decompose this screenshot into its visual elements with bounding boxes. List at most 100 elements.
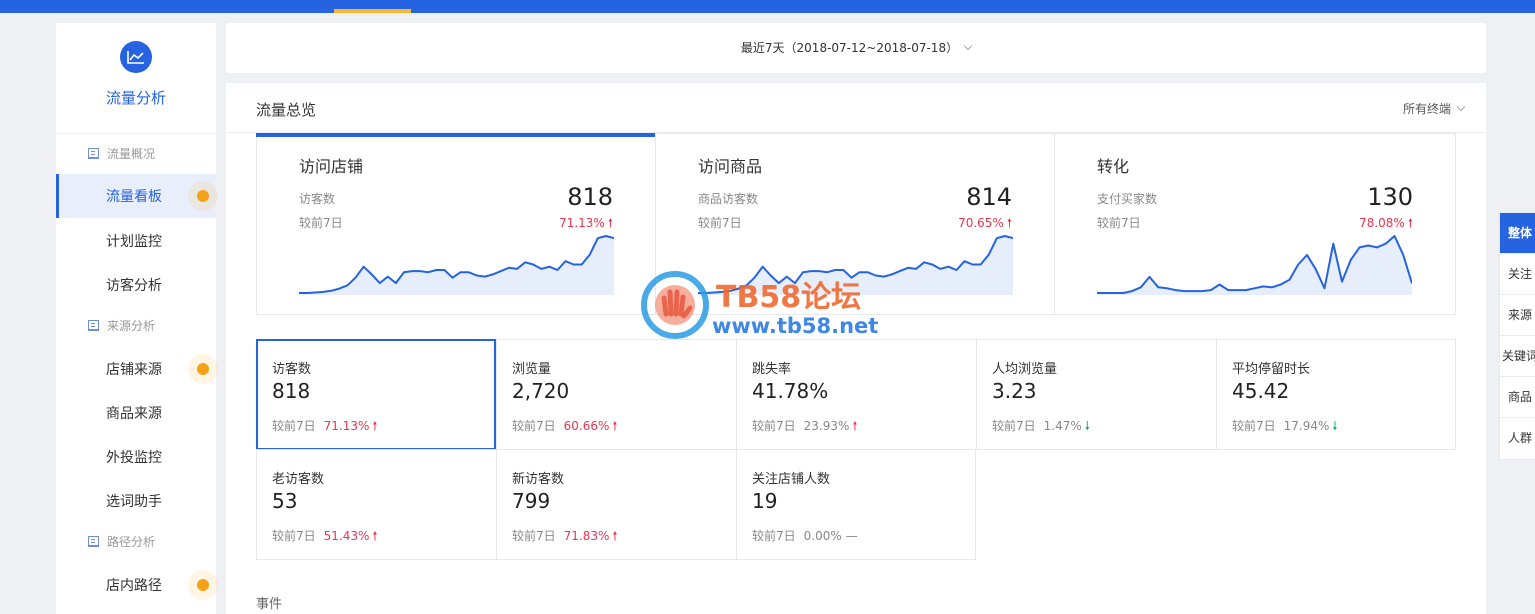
kpi-compare-label: 较前7日 xyxy=(1232,419,1276,433)
building-icon xyxy=(88,147,99,159)
kpi-change-pct: 71.83% xyxy=(563,529,610,543)
kpi-compare-label: 较前7日 xyxy=(752,419,796,433)
terminal-dropdown-label: 所有终端 xyxy=(1402,102,1451,116)
hand-logo-icon xyxy=(641,271,709,339)
kpi-change-pct: 51.43% xyxy=(323,529,370,543)
kpi-change-pct: 17.94% xyxy=(1283,419,1330,433)
kpi-compare: 较前7日 71.83% 🠕 xyxy=(512,527,618,548)
sidebar-item-shop-source[interactable]: 店铺来源 xyxy=(56,347,218,391)
sidebar-item-label: 计划监控 xyxy=(106,234,162,250)
sparkline-area xyxy=(1097,236,1412,295)
kpi-value: 799 xyxy=(512,489,551,513)
date-range-label: 最近7天（2018-07-12~2018-07-18） xyxy=(740,41,959,55)
watermark-title: TB58论坛 xyxy=(716,280,862,315)
kpi-compare: 较前7日 71.13% 🠕 xyxy=(272,417,378,438)
kpi-compare-label: 较前7日 xyxy=(992,419,1036,433)
arrow-down-icon: 🠗 xyxy=(1084,419,1090,433)
kpi-returning-visitors[interactable]: 老访客数 53 较前7日 51.43% 🠕 xyxy=(256,449,497,560)
kpi-value: 53 xyxy=(272,489,298,513)
sidebar-group-path: 路径分析 xyxy=(88,531,155,551)
overview-metric-label: 支付买家数 xyxy=(1097,192,1158,206)
building-icon xyxy=(88,319,99,331)
arrow-up-icon: 🠕 xyxy=(1006,216,1012,230)
overview-card-conversion[interactable]: 转化 支付买家数 130 较前7日 78.08% 🠕 xyxy=(1054,133,1456,315)
kpi-label: 人均浏览量 xyxy=(992,362,1058,377)
sidebar-item-label: 店铺来源 xyxy=(106,362,162,378)
kpi-label: 关注店铺人数 xyxy=(752,472,831,487)
sidebar-group-source: 来源分析 xyxy=(88,315,155,335)
overview-value: 818 xyxy=(567,183,613,211)
arrow-up-icon: 🠕 xyxy=(612,529,618,543)
kpi-change-pct: 60.66% xyxy=(563,419,610,433)
kpi-change-pct: 71.13% xyxy=(323,419,370,433)
overview-metric-label: 商品访客数 xyxy=(698,192,759,206)
right-tab-keyword[interactable]: 关键词 xyxy=(1500,336,1535,377)
sidebar-group-label: 来源分析 xyxy=(107,318,156,333)
sidebar-item-keyword-helper[interactable]: 选词助手 xyxy=(56,479,216,523)
kpi-compare-label: 较前7日 xyxy=(272,419,316,433)
kpi-value: 818 xyxy=(272,379,311,403)
sidebar-group-label: 流量概况 xyxy=(107,146,156,161)
overview-title: 访问店铺 xyxy=(299,157,364,176)
flat-dash-icon: — xyxy=(845,529,858,543)
arrow-up-icon: 🠕 xyxy=(607,216,613,230)
kpi-shop-followers[interactable]: 关注店铺人数 19 较前7日 0.00% — xyxy=(736,449,976,560)
terminal-dropdown[interactable]: 所有终端 xyxy=(1402,100,1466,117)
kpi-label: 老访客数 xyxy=(272,472,325,487)
kpi-compare: 较前7日 60.66% 🠕 xyxy=(512,417,618,438)
overview-metric-label: 访客数 xyxy=(299,192,336,206)
sidebar-divider xyxy=(56,133,216,134)
overview-sparkline xyxy=(1097,235,1412,295)
arrow-up-icon: 🠕 xyxy=(372,419,378,433)
overview-compare-label: 较前7日 xyxy=(299,216,343,230)
sidebar-item-product-source[interactable]: 商品来源 xyxy=(56,391,216,435)
sidebar-item-label: 店内路径 xyxy=(106,578,162,594)
top-nav-active-indicator xyxy=(334,9,411,13)
date-range-bar: 最近7天（2018-07-12~2018-07-18） xyxy=(226,23,1486,73)
watermark-url: www.tb58.net xyxy=(712,314,879,338)
sidebar-item-visitor-analysis[interactable]: 访客分析 xyxy=(56,263,216,307)
overview-card-shop[interactable]: 访问店铺 访客数 818 较前7日 71.13% 🠕 xyxy=(256,133,656,315)
sidebar-item-dashboard[interactable]: 流量看板 xyxy=(56,174,218,218)
overview-change-pct: 78.08% xyxy=(1359,216,1405,230)
kpi-value: 45.42 xyxy=(1232,379,1290,403)
overview-change-pct: 71.13% xyxy=(559,216,605,230)
kpi-compare-label: 较前7日 xyxy=(512,419,556,433)
chevron-down-icon xyxy=(1456,102,1466,112)
kpi-change-pct: 0.00% xyxy=(803,529,842,543)
right-tab-overall[interactable]: 整体 xyxy=(1500,213,1535,254)
sidebar-item-label: 流量看板 xyxy=(106,189,162,205)
arrow-up-icon: 🠕 xyxy=(372,529,378,543)
right-tab-source[interactable]: 来源 xyxy=(1500,295,1535,336)
right-tab-audience[interactable]: 人群 xyxy=(1500,418,1535,459)
sidebar-group-label: 路径分析 xyxy=(107,534,156,549)
kpi-compare: 较前7日 23.93% 🠕 xyxy=(752,417,858,438)
right-tab-follow[interactable]: 关注 xyxy=(1500,254,1535,295)
sidebar-item-plan-monitor[interactable]: 计划监控 xyxy=(56,219,216,263)
kpi-label: 平均停留时长 xyxy=(1232,362,1311,377)
date-range-selector[interactable]: 最近7天（2018-07-12~2018-07-18） xyxy=(740,41,973,55)
sidebar: 流量分析 流量概况 流量看板 计划监控 访客分析 来源分析 店铺来源 商品来源 … xyxy=(56,23,218,614)
kpi-avg-duration[interactable]: 平均停留时长 45.42 较前7日 17.94% 🠗 xyxy=(1216,339,1456,450)
app-title: 流量分析 xyxy=(105,89,166,107)
chevron-down-icon xyxy=(963,41,973,51)
kpi-label: 新访客数 xyxy=(512,472,565,487)
overview-value: 130 xyxy=(1367,183,1413,211)
kpi-visitors[interactable]: 访客数 818 较前7日 71.13% 🠕 xyxy=(256,339,496,450)
arrow-up-icon: 🠕 xyxy=(612,419,618,433)
sidebar-item-shop-path[interactable]: 店内路径 xyxy=(56,563,218,607)
overview-compare-label: 较前7日 xyxy=(698,216,742,230)
kpi-bounce-rate[interactable]: 跳失率 41.78% 较前7日 23.93% 🠕 xyxy=(736,339,977,450)
kpi-compare-label: 较前7日 xyxy=(512,529,556,543)
overview-title: 转化 xyxy=(1097,157,1130,176)
kpi-new-visitors[interactable]: 新访客数 799 较前7日 71.83% 🠕 xyxy=(496,449,737,560)
kpi-compare-label: 较前7日 xyxy=(752,529,796,543)
overview-title: 访问商品 xyxy=(698,157,763,176)
right-tab-product[interactable]: 商品 xyxy=(1500,377,1535,418)
kpi-value: 19 xyxy=(752,489,778,513)
arrow-up-icon: 🠕 xyxy=(1407,216,1413,230)
kpi-pageviews[interactable]: 浏览量 2,720 较前7日 60.66% 🠕 xyxy=(496,339,737,450)
right-float-tabs: 整体 关注 来源 关键词 商品 人群 xyxy=(1499,212,1535,460)
kpi-avg-pageviews[interactable]: 人均浏览量 3.23 较前7日 1.47% 🠗 xyxy=(976,339,1217,450)
sidebar-item-external-monitor[interactable]: 外投监控 xyxy=(56,435,216,479)
